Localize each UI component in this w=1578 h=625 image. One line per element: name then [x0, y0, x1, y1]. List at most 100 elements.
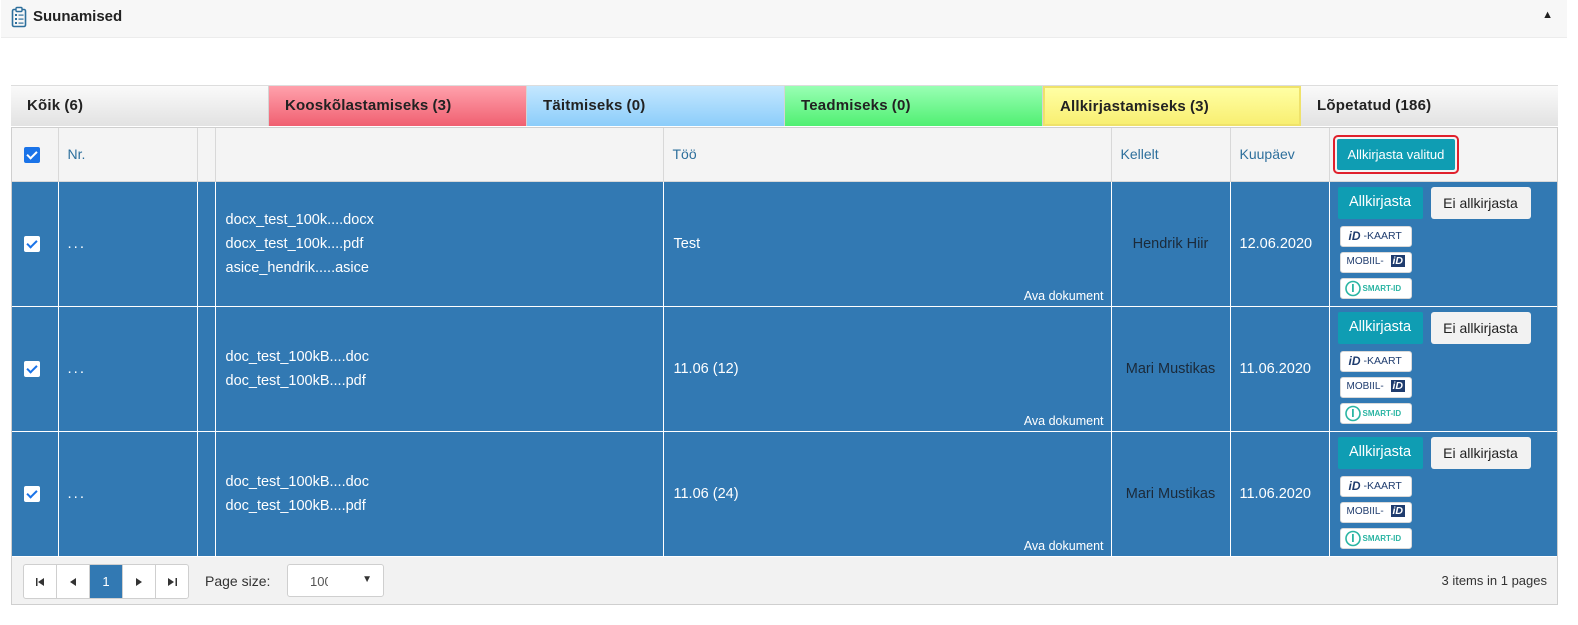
- tab-label: Lõpetatud: [1317, 97, 1392, 114]
- smart-id-button[interactable]: SMART-ID: [1339, 402, 1412, 424]
- file-link[interactable]: docx_test_100k....pdf: [226, 232, 663, 256]
- row-actions: Allkirjasta Ei allkirjasta iD -KAART MOB…: [1329, 181, 1557, 307]
- tab-allkirjastamiseks[interactable]: Allkirjastamiseks (3): [1043, 86, 1301, 126]
- tab-count: (186): [1395, 97, 1432, 114]
- smart-id-button[interactable]: SMART-ID: [1339, 277, 1412, 299]
- column-header-from[interactable]: Kellelt: [1111, 128, 1231, 182]
- table-row[interactable]: ... doc_test_100kB....doc doc_test_100kB…: [12, 431, 1557, 557]
- file-link[interactable]: doc_test_100kB....pdf: [226, 494, 663, 518]
- tab-label: Teadmiseks: [801, 97, 888, 114]
- next-page-icon: [136, 577, 142, 586]
- row-from: Mari Mustikas: [1111, 306, 1231, 432]
- id-card-button[interactable]: iD -KAART: [1339, 350, 1412, 372]
- sign-selected-highlight: Allkirjasta valitud: [1332, 134, 1460, 174]
- smart-id-logo-icon: [1344, 280, 1361, 296]
- smart-id-logo-icon: [1344, 530, 1361, 546]
- select-all-checkbox[interactable]: [24, 146, 40, 163]
- table-row[interactable]: ... doc_test_100kB....doc doc_test_100kB…: [12, 306, 1557, 432]
- column-header-nr[interactable]: Nr.: [58, 128, 198, 182]
- data-table: Nr. Töö Kellelt Kuupäev Allkirjasta vali…: [12, 128, 1557, 557]
- do-not-sign-button[interactable]: Ei allkirjasta: [1430, 186, 1531, 219]
- table-row[interactable]: ... docx_test_100k....docx docx_test_100…: [12, 181, 1557, 307]
- row-nr: ...: [58, 306, 198, 432]
- sign-selected-button[interactable]: Allkirjasta valitud: [1336, 138, 1456, 170]
- next-page-button[interactable]: [123, 565, 156, 598]
- last-page-button[interactable]: [156, 565, 188, 598]
- tab-kooskolastamiseks[interactable]: Kooskõlastamiseks (3): [269, 86, 527, 126]
- row-checkbox[interactable]: [24, 236, 40, 253]
- first-page-icon: [35, 577, 44, 586]
- pager: 1 Page size: 100 ▼ 3 items in 1 pages: [12, 557, 1557, 604]
- do-not-sign-button[interactable]: Ei allkirjasta: [1430, 436, 1531, 469]
- row-nr: ...: [58, 181, 198, 307]
- row-select-cell: [12, 181, 59, 307]
- row-nr: ...: [58, 431, 198, 557]
- work-title: Test: [673, 235, 701, 252]
- select-all-cell: [12, 128, 59, 182]
- id-card-logo-mark: iD: [1348, 478, 1361, 493]
- file-link[interactable]: asice_hendrik.....asice: [226, 256, 663, 280]
- mobile-id-button[interactable]: MOBIIL- iD: [1339, 376, 1412, 398]
- column-header-work[interactable]: Töö: [663, 128, 1112, 182]
- tab-teadmiseks[interactable]: Teadmiseks (0): [785, 86, 1043, 126]
- file-link[interactable]: doc_test_100kB....doc: [226, 470, 663, 494]
- row-files: docx_test_100k....docx docx_test_100k...…: [215, 181, 664, 307]
- tab-label: Allkirjastamiseks: [1060, 98, 1186, 115]
- id-card-logo-mark: iD: [1348, 353, 1361, 368]
- row-work: 11.06 (12) Ava dokument: [663, 306, 1112, 432]
- collapse-icon[interactable]: ▲: [1542, 9, 1553, 21]
- row-date: 11.06.2020: [1230, 306, 1330, 432]
- prev-page-button[interactable]: [57, 565, 90, 598]
- file-link[interactable]: doc_test_100kB....pdf: [226, 369, 663, 393]
- id-card-button[interactable]: iD -KAART: [1339, 475, 1412, 497]
- id-card-button[interactable]: iD -KAART: [1339, 225, 1412, 247]
- file-link[interactable]: doc_test_100kB....doc: [226, 345, 663, 369]
- prev-page-icon: [70, 577, 76, 586]
- file-link[interactable]: docx_test_100k....docx: [226, 208, 663, 232]
- row-blank-cell: [197, 181, 216, 307]
- tab-count: (6): [64, 97, 84, 114]
- chevron-down-icon: ▼: [362, 574, 372, 585]
- tab-taitmiseks[interactable]: Täitmiseks (0): [527, 86, 785, 126]
- mobile-id-button[interactable]: MOBIIL- iD: [1339, 501, 1412, 523]
- row-select-cell: [12, 431, 59, 557]
- open-document-link[interactable]: Ava dokument: [1024, 289, 1104, 303]
- tab-count: (3): [432, 97, 452, 114]
- column-header-date[interactable]: Kuupäev: [1230, 128, 1330, 182]
- pager-info: 3 items in 1 pages: [1441, 573, 1547, 588]
- row-blank-cell: [197, 431, 216, 557]
- row-blank-cell: [197, 306, 216, 432]
- tab-lopetatud[interactable]: Lõpetatud (186): [1301, 86, 1558, 126]
- mobile-id-logo-text: MOBIIL-: [1346, 380, 1384, 392]
- mobile-id-logo-mark: iD: [1390, 254, 1405, 267]
- mobile-id-button[interactable]: MOBIIL- iD: [1339, 251, 1412, 273]
- open-document-link[interactable]: Ava dokument: [1024, 414, 1104, 428]
- column-header-blank: [197, 128, 216, 182]
- page-size-label: Page size:: [205, 573, 271, 589]
- open-document-link[interactable]: Ava dokument: [1024, 539, 1104, 553]
- page-number-button[interactable]: 1: [90, 565, 123, 598]
- do-not-sign-button[interactable]: Ei allkirjasta: [1430, 311, 1531, 344]
- panel-title: Suunamised: [33, 8, 123, 25]
- tab-label: Kõik: [27, 97, 61, 114]
- tab-label: Täitmiseks: [543, 97, 623, 114]
- row-actions: Allkirjasta Ei allkirjasta iD -KAART MOB…: [1329, 431, 1557, 557]
- first-page-button[interactable]: [24, 565, 57, 598]
- sign-button[interactable]: Allkirjasta: [1337, 436, 1423, 469]
- tab-count: (3): [1189, 98, 1209, 115]
- mobile-id-logo-mark: iD: [1390, 379, 1405, 392]
- page-size-value: 100: [310, 574, 328, 589]
- row-checkbox[interactable]: [24, 361, 40, 378]
- smart-id-button[interactable]: SMART-ID: [1339, 527, 1412, 549]
- mobile-id-logo-text: MOBIIL-: [1346, 255, 1384, 267]
- sign-button[interactable]: Allkirjasta: [1337, 186, 1423, 219]
- smart-id-logo-text: SMART-ID: [1362, 408, 1402, 418]
- mobile-id-logo-mark: iD: [1390, 504, 1405, 517]
- smart-id-logo-text: SMART-ID: [1362, 283, 1402, 293]
- row-checkbox[interactable]: [24, 486, 40, 503]
- page-size-dropdown[interactable]: 100 ▼: [287, 564, 384, 597]
- tab-koik[interactable]: Kõik (6): [11, 86, 269, 126]
- table-header-row: Nr. Töö Kellelt Kuupäev Allkirjasta vali…: [12, 128, 1557, 182]
- row-date: 12.06.2020: [1230, 181, 1330, 307]
- sign-button[interactable]: Allkirjasta: [1337, 311, 1423, 344]
